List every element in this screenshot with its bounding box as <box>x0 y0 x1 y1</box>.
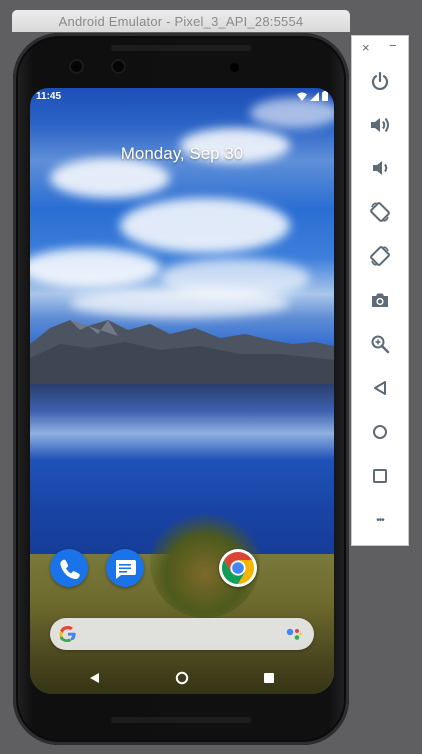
wallpaper-mountains <box>30 320 334 394</box>
chrome-icon <box>221 551 255 585</box>
top-speaker <box>111 45 251 51</box>
minimize-button[interactable]: − <box>389 38 397 53</box>
emulator-toolbar: × − ••• <box>351 35 409 546</box>
power-icon <box>371 71 389 90</box>
emulator-desktop: Android Emulator - Pixel_3_API_28:5554 1… <box>0 0 422 754</box>
rotate-right-icon <box>370 246 390 266</box>
rotate-right-button[interactable] <box>366 242 394 270</box>
rotate-left-icon <box>370 202 390 222</box>
close-button[interactable]: × <box>362 40 370 55</box>
volume-up-icon <box>371 117 389 133</box>
toolbar-header: × − <box>352 36 408 58</box>
more-button[interactable]: ••• <box>366 506 394 534</box>
system-nav-bar <box>30 662 334 694</box>
bottom-speaker <box>111 717 251 723</box>
volume-down-icon <box>373 161 388 175</box>
home-icon[interactable] <box>174 670 190 686</box>
phone-icon <box>60 559 80 580</box>
more-icon: ••• <box>376 514 384 526</box>
lock-screen-date: Monday, Sep 30 <box>120 144 244 163</box>
back-button[interactable] <box>366 374 394 402</box>
overview-icon[interactable] <box>261 670 277 686</box>
zoom-icon <box>371 335 390 354</box>
screenshot-button[interactable] <box>366 286 394 314</box>
home-button[interactable] <box>366 418 394 446</box>
camera-icon <box>372 293 388 307</box>
phone-screen[interactable]: 11:45 Monday, Sep 30 <box>30 88 334 694</box>
volume-down-button[interactable] <box>366 154 394 182</box>
back-icon[interactable] <box>87 670 103 686</box>
wifi-icon <box>297 92 307 101</box>
volume-up-button[interactable] <box>366 111 394 139</box>
messages-app-icon[interactable] <box>106 549 144 587</box>
overview-button[interactable] <box>366 462 394 490</box>
rotate-left-button[interactable] <box>366 198 394 226</box>
emulator-window-titlebar[interactable]: Android Emulator - Pixel_3_API_28:5554 <box>12 10 350 32</box>
messages-icon <box>116 560 136 579</box>
proximity-sensor-icon <box>230 63 239 72</box>
home-icon <box>373 425 387 439</box>
signal-icon <box>310 91 319 101</box>
chrome-app-icon[interactable] <box>219 549 257 587</box>
window-title: Android Emulator - Pixel_3_API_28:5554 <box>58 13 304 29</box>
status-bar: 11:45 <box>30 88 334 106</box>
google-search-bar[interactable] <box>50 618 314 650</box>
status-time: 11:45 <box>36 91 62 102</box>
power-button[interactable] <box>366 67 394 95</box>
google-g-icon <box>59 626 76 642</box>
battery-icon <box>322 91 328 101</box>
front-camera-icon <box>69 59 84 74</box>
overview-icon <box>373 469 387 483</box>
zoom-button[interactable] <box>366 330 394 358</box>
google-assistant-icon[interactable] <box>286 628 302 640</box>
back-icon <box>374 381 386 395</box>
front-camera-secondary-icon <box>111 59 126 74</box>
phone-app-icon[interactable] <box>50 549 88 587</box>
